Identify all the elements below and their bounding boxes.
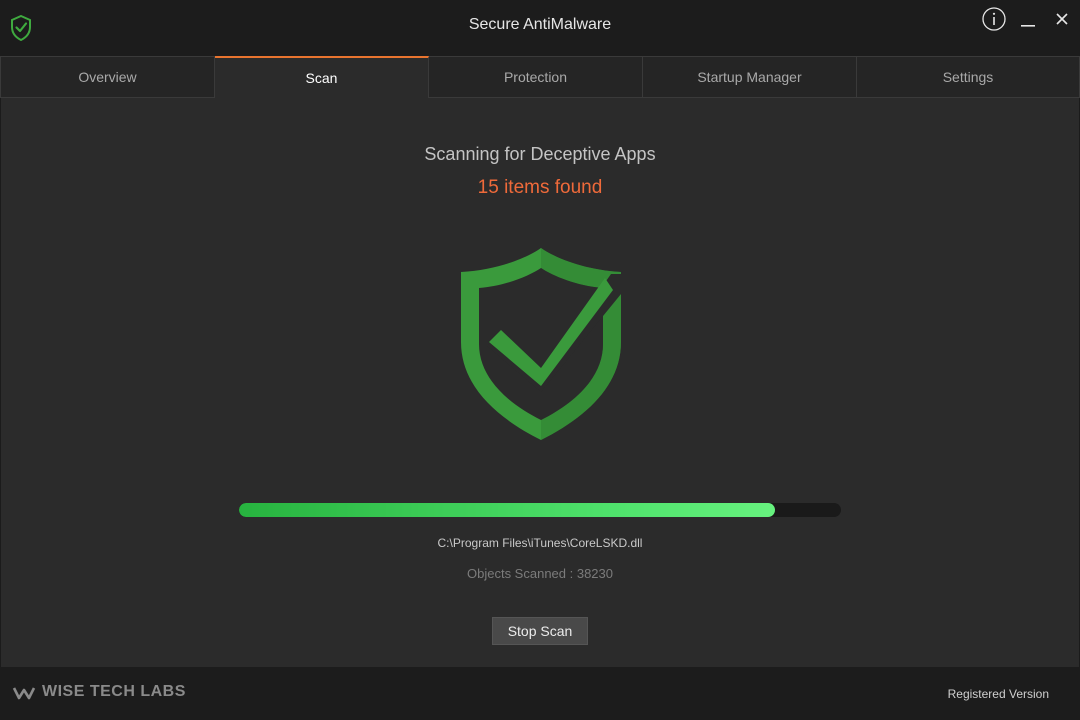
brand-logo: WISE TECH LABS [12,683,186,701]
items-found-count: 15 items found [477,177,603,198]
license-status: Registered Version [947,687,1049,701]
objects-scanned-count: Objects Scanned : 38230 [467,566,613,581]
stop-scan-button[interactable]: Stop Scan [492,617,588,645]
tab-startup-manager[interactable]: Startup Manager [643,56,857,98]
tab-settings[interactable]: Settings [857,56,1080,98]
window-title: Secure AntiMalware [468,16,612,33]
info-icon[interactable] [980,6,1008,32]
scan-panel: Scanning for Deceptive Apps 15 items fou… [1,98,1079,667]
tab-overview[interactable]: Overview [0,56,215,98]
brand-name: WISE TECH LABS [42,683,186,700]
minimize-icon[interactable] [1014,6,1042,32]
wise-tech-labs-logo [12,687,36,700]
scan-progress-fill [239,503,775,517]
scan-progress-bar [239,503,841,517]
shield-check-icon [461,248,621,440]
tab-scan[interactable]: Scan [215,56,429,98]
close-icon[interactable] [1048,6,1076,32]
tab-bar: Overview Scan Protection Startup Manager… [0,56,1080,98]
current-file-path: C:\Program Files\iTunes\CoreLSKD.dll [437,536,643,550]
tab-protection[interactable]: Protection [429,56,643,98]
scan-title: Scanning for Deceptive Apps [424,144,656,164]
title-bar: Secure AntiMalware [0,0,1080,56]
footer-bar: WISE TECH LABS Registered Version [0,667,1080,720]
